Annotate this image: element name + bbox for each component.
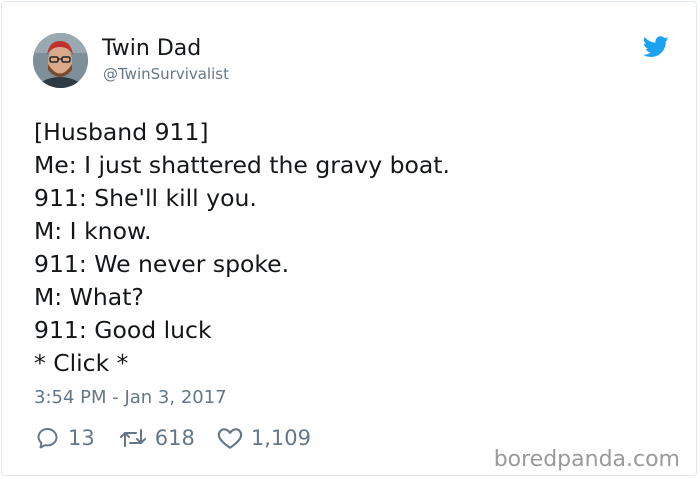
tweet-line: Me: I just shattered the gravy boat. xyxy=(34,151,450,179)
tweet-timestamp[interactable]: 3:54 PM - Jan 3, 2017 xyxy=(34,385,227,411)
heart-icon xyxy=(217,428,242,449)
reply-icon xyxy=(37,428,58,449)
tweet-line: 911: We never spoke. xyxy=(34,250,290,278)
like-button[interactable]: 1,109 xyxy=(217,422,311,454)
tweet-line: 911: Good luck xyxy=(34,316,212,344)
tweet-actions: 13 618 1,109 xyxy=(35,422,311,454)
watermark: boredpanda.com xyxy=(493,447,680,472)
tweet-card: Twin Dad @TwinSurvivalist [Husband 911] … xyxy=(1,1,697,476)
tweet-text: [Husband 911] Me: I just shattered the g… xyxy=(34,116,450,380)
twitter-bird-icon[interactable] xyxy=(642,36,669,58)
tweet-line: 911: She'll kill you. xyxy=(34,184,257,212)
display-name[interactable]: Twin Dad xyxy=(102,35,201,63)
retweet-count: 618 xyxy=(154,426,195,450)
like-count: 1,109 xyxy=(250,426,311,450)
tweet-line: [Husband 911] xyxy=(34,118,209,146)
reply-button[interactable]: 13 xyxy=(35,422,95,454)
user-handle[interactable]: @TwinSurvivalist xyxy=(103,64,229,84)
tweet-line: M: What? xyxy=(34,283,144,311)
profile-photo xyxy=(33,33,88,88)
tweet-line: M: I know. xyxy=(34,217,152,245)
reply-count: 13 xyxy=(68,426,95,450)
avatar[interactable] xyxy=(33,33,88,88)
tweet-line: * Click * xyxy=(34,349,129,377)
retweet-icon xyxy=(119,429,146,447)
retweet-button[interactable]: 618 xyxy=(119,422,195,454)
